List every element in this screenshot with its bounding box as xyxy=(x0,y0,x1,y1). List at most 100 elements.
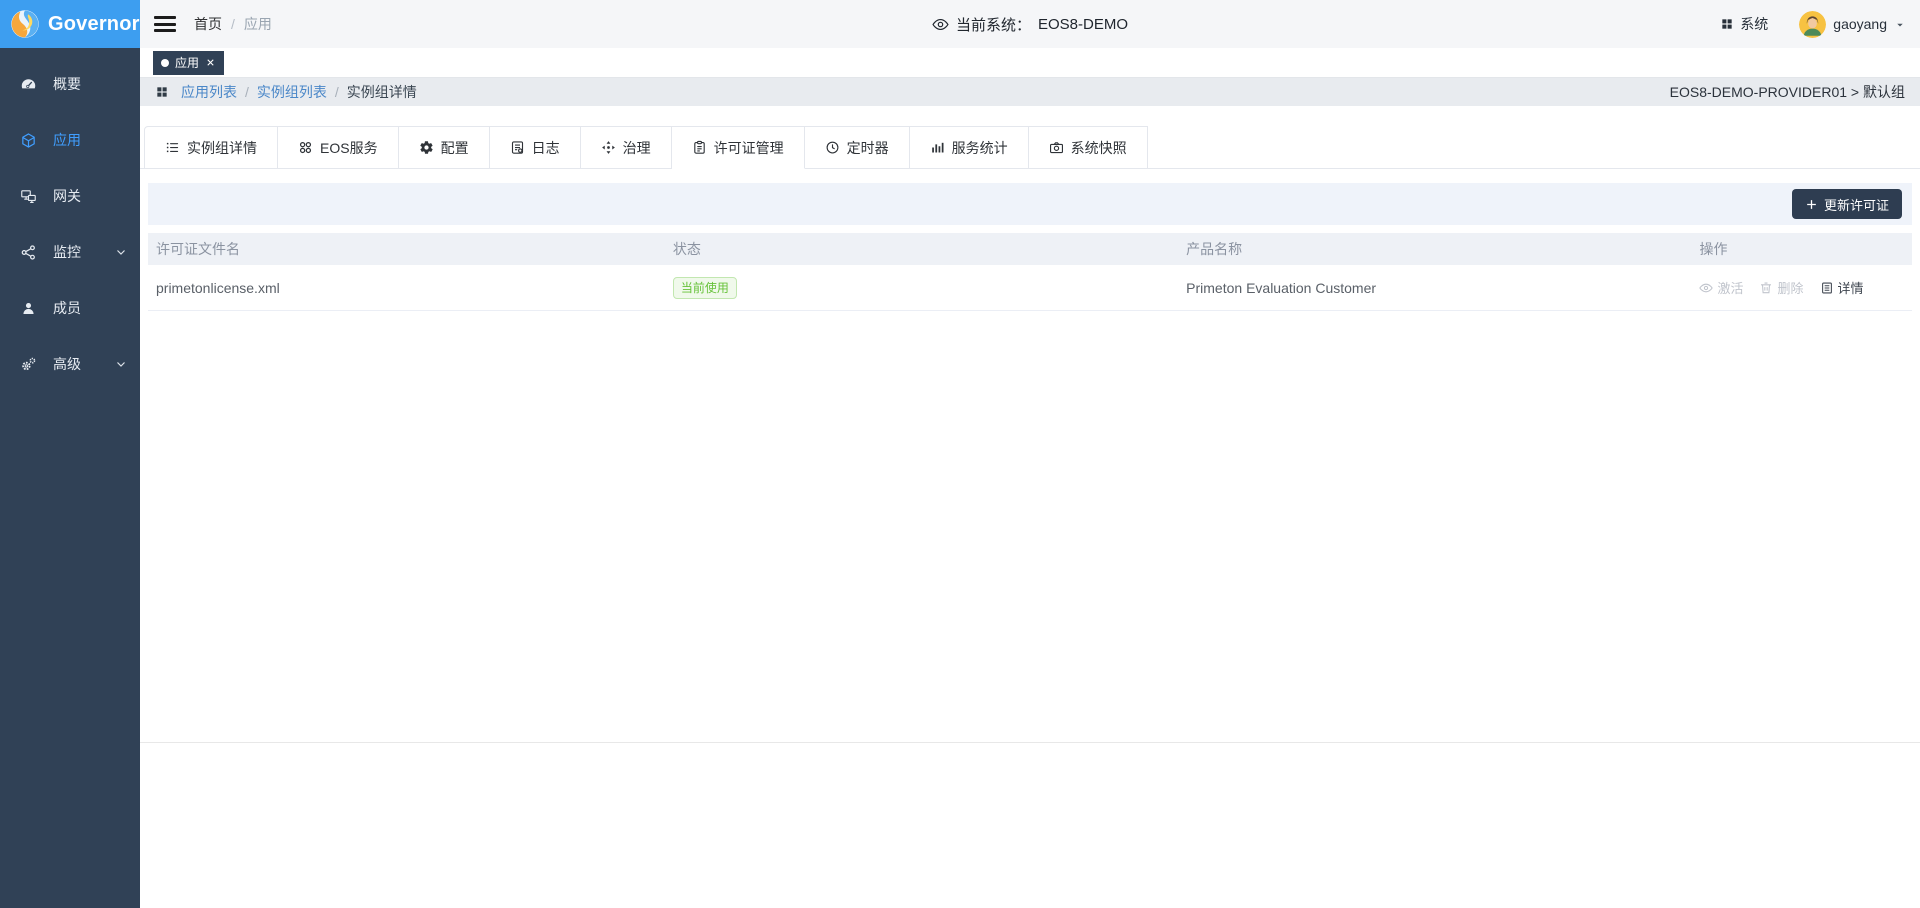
product-name: Primeton Evaluation Customer xyxy=(1178,280,1691,296)
delete-action: 删除 xyxy=(1759,278,1803,297)
sidebar-item-advanced[interactable]: 高级 xyxy=(0,336,140,392)
tags-view-bar: 应用 xyxy=(140,48,1920,78)
trash-icon xyxy=(1759,281,1773,295)
tab-label: 定时器 xyxy=(847,138,889,158)
sidebar-item-label: 监控 xyxy=(53,242,81,262)
col-header-actions: 操作 xyxy=(1691,239,1912,259)
license-table: 许可证文件名 状态 产品名称 操作 primetonlicense.xml 当前… xyxy=(148,233,1912,311)
row-actions: 激活 删除 xyxy=(1691,278,1912,297)
govern-arrows-icon xyxy=(601,140,616,155)
breadcrumb-app-list[interactable]: 应用列表 xyxy=(181,82,237,102)
dashboard-icon xyxy=(20,76,37,93)
sidebar-menu: 概要 应用 xyxy=(0,48,140,392)
chevron-down-icon xyxy=(115,246,127,258)
tab-service-stats[interactable]: 服务统计 xyxy=(910,126,1029,169)
breadcrumb-instance-group-detail: 实例组详情 xyxy=(347,82,417,102)
activate-label: 激活 xyxy=(1717,278,1743,297)
system-menu-button[interactable]: 系统 xyxy=(1720,14,1768,34)
update-license-button[interactable]: 更新许可证 xyxy=(1792,189,1902,219)
avatar xyxy=(1799,11,1826,38)
app-title: Governor xyxy=(48,13,140,36)
sidebar-item-label: 概要 xyxy=(53,74,81,94)
page-background xyxy=(140,743,1920,908)
tab-configuration[interactable]: 配置 xyxy=(399,126,490,169)
username: gaoyang xyxy=(1833,16,1887,32)
page-breadcrumb-bar: 应用列表 / 实例组列表 / 实例组详情 EOS8-DEMO-PROVIDER0… xyxy=(140,78,1920,106)
breadcrumb: 首页 / 应用 xyxy=(194,14,272,34)
hamburger-icon[interactable] xyxy=(154,16,176,32)
table-row: primetonlicense.xml 当前使用 Primeton Evalua… xyxy=(148,265,1912,311)
sidebar-item-members[interactable]: 成员 xyxy=(0,280,140,336)
tag-label: 应用 xyxy=(175,54,199,71)
tab-label: 日志 xyxy=(532,138,560,158)
sidebar-item-label: 应用 xyxy=(53,130,81,150)
apps-grid-icon xyxy=(155,85,169,99)
topbar: 首页 / 应用 当前系统： EOS8-DEMO xyxy=(140,0,1920,48)
tab-label: 系统快照 xyxy=(1071,138,1127,158)
col-header-product: 产品名称 xyxy=(1178,239,1691,259)
breadcrumb-home[interactable]: 首页 xyxy=(194,14,222,34)
delete-label: 删除 xyxy=(1777,278,1803,297)
user-menu[interactable]: gaoyang xyxy=(1799,11,1906,38)
main-area: 首页 / 应用 当前系统： EOS8-DEMO xyxy=(140,0,1920,908)
table-header-row: 许可证文件名 状态 产品名称 操作 xyxy=(148,233,1912,265)
stats-bars-icon xyxy=(930,140,945,155)
close-icon[interactable] xyxy=(205,57,216,68)
snapshot-camera-icon xyxy=(1049,140,1064,155)
breadcrumb-separator: / xyxy=(245,84,249,100)
status-badge: 当前使用 xyxy=(673,277,737,299)
detail-tabs: 实例组详情 EOS服务 配置 xyxy=(144,126,1920,169)
activate-action: 激活 xyxy=(1699,278,1743,297)
detail-action[interactable]: 详情 xyxy=(1820,278,1864,297)
topbar-right: 系统 gaoyang xyxy=(1720,11,1906,38)
plus-icon xyxy=(1805,198,1818,211)
tab-system-snapshot[interactable]: 系统快照 xyxy=(1029,126,1148,169)
tab-logs[interactable]: 日志 xyxy=(490,126,581,169)
detail-doc-icon xyxy=(1820,281,1834,295)
update-license-label: 更新许可证 xyxy=(1824,195,1889,214)
app-cube-icon xyxy=(20,132,37,149)
gear-icon xyxy=(419,140,434,155)
tab-label: 实例组详情 xyxy=(187,138,257,158)
breadcrumb-instance-group-list[interactable]: 实例组列表 xyxy=(257,82,327,102)
license-filename: primetonlicense.xml xyxy=(148,280,665,296)
governor-console: Governor 概要 xyxy=(0,0,1920,908)
sidebar: Governor 概要 xyxy=(0,0,140,908)
license-toolbar: 更新许可证 xyxy=(148,183,1912,225)
sidebar-item-gateway[interactable]: 网关 xyxy=(0,168,140,224)
gateway-icon xyxy=(20,188,37,205)
tab-timer[interactable]: 定时器 xyxy=(805,126,910,169)
advanced-gear-icon xyxy=(20,356,37,373)
sidebar-item-monitoring[interactable]: 监控 xyxy=(0,224,140,280)
eye-icon xyxy=(932,16,949,33)
sidebar-item-label: 成员 xyxy=(53,298,81,318)
sidebar-item-applications[interactable]: 应用 xyxy=(0,112,140,168)
col-header-filename: 许可证文件名 xyxy=(148,239,665,259)
current-system-label: 当前系统： xyxy=(956,14,1031,35)
content-card: 实例组详情 EOS服务 配置 xyxy=(140,106,1920,743)
tab-governance[interactable]: 治理 xyxy=(581,126,672,169)
logo[interactable]: Governor xyxy=(0,0,140,48)
grid-icon xyxy=(1720,17,1734,31)
member-icon xyxy=(20,300,37,317)
instance-group-context: EOS8-DEMO-PROVIDER01 > 默认组 xyxy=(1670,82,1905,102)
eye-icon xyxy=(1699,281,1713,295)
system-menu-label: 系统 xyxy=(1740,14,1768,34)
tab-label: 服务统计 xyxy=(952,138,1008,158)
sidebar-item-overview[interactable]: 概要 xyxy=(0,56,140,112)
active-dot-icon xyxy=(161,59,169,67)
sidebar-item-label: 网关 xyxy=(53,186,81,206)
tab-instance-group-detail[interactable]: 实例组详情 xyxy=(144,126,278,169)
breadcrumb-current: 应用 xyxy=(244,14,272,34)
tab-label: 治理 xyxy=(623,138,651,158)
timer-clock-icon xyxy=(825,140,840,155)
tab-license-management[interactable]: 许可证管理 xyxy=(672,126,805,169)
col-header-status: 状态 xyxy=(665,239,1178,259)
breadcrumb-separator: / xyxy=(335,84,339,100)
tab-eos-services[interactable]: EOS服务 xyxy=(278,126,399,169)
tag-applications[interactable]: 应用 xyxy=(153,51,224,75)
tab-label: EOS服务 xyxy=(320,138,378,158)
monitor-share-icon xyxy=(20,244,37,261)
detail-label: 详情 xyxy=(1838,278,1864,297)
sidebar-item-label: 高级 xyxy=(53,354,81,374)
